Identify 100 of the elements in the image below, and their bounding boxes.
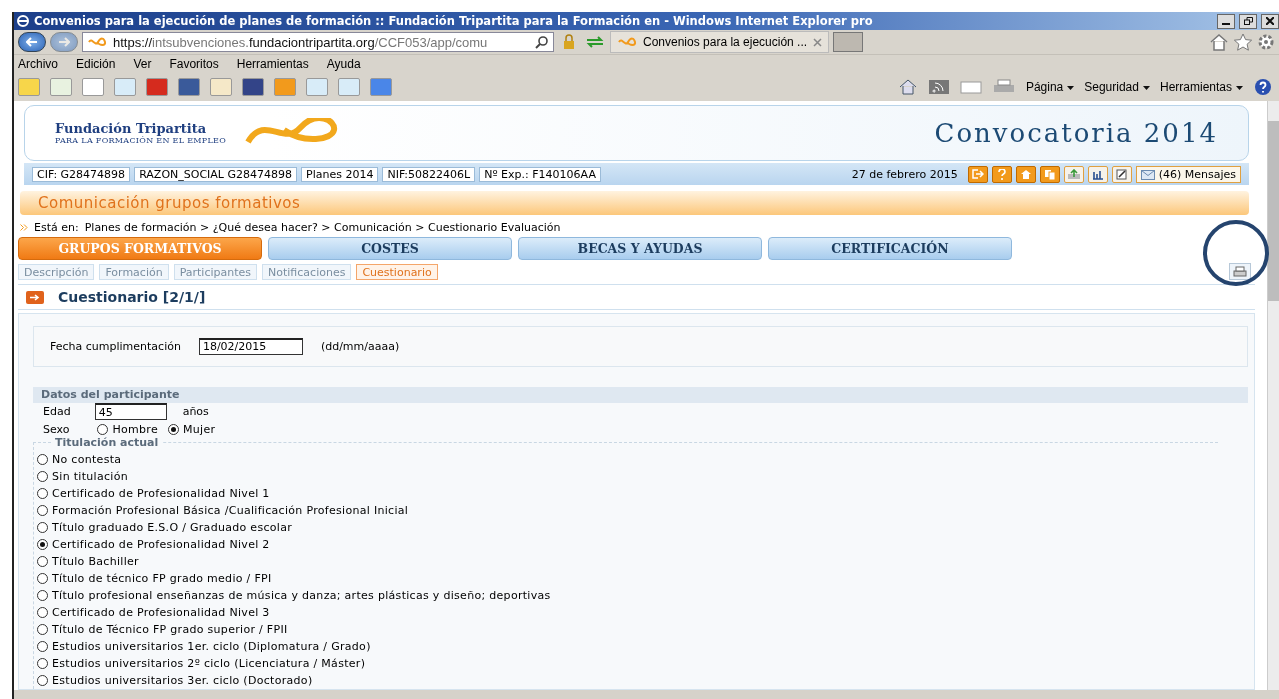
- radio-button[interactable]: [37, 505, 48, 516]
- qualification-radio-option[interactable]: Título Bachiller: [37, 555, 139, 568]
- menu-item[interactable]: Ver: [133, 57, 152, 71]
- url-text: https://: [113, 34, 153, 50]
- url-text: fundaciontripartita.org: [248, 34, 375, 50]
- qualification-radio-option[interactable]: Estudios universitarios 2º ciclo (Licenciatura / Máster): [37, 657, 366, 670]
- search-icon[interactable]: [535, 35, 549, 49]
- qualification-legend: Titulación actual: [51, 436, 163, 449]
- caret-icon: [1067, 85, 1075, 90]
- qualification-radio-option[interactable]: Certificado de Profesionalidad Nivel 2: [37, 538, 270, 551]
- url-text: intsubvenciones.: [152, 34, 249, 50]
- sex-radio-option[interactable]: Hombre: [97, 422, 159, 436]
- radio-button[interactable]: [168, 423, 180, 435]
- qualification-radio-option[interactable]: Certificado de Profesionalidad Nivel 1: [37, 487, 270, 500]
- scrollbar[interactable]: [1267, 101, 1279, 690]
- qualification-radio-option[interactable]: Estudios universitarios 1er. ciclo (Diplomatura / Grado): [37, 640, 371, 653]
- radio-button[interactable]: [37, 471, 48, 482]
- exit-button[interactable]: [967, 165, 988, 183]
- caret-icon: [1142, 85, 1150, 90]
- info-field: RAZON_SOCIAL G28474898: [134, 166, 297, 182]
- qualification-radio-option[interactable]: Título graduado E.S.O / Graduado escolar: [37, 521, 293, 534]
- qualification-radio-option[interactable]: Título profesional enseñanzas de música y danza; artes plásticas y diseño; deportivas: [37, 589, 551, 602]
- main-tab[interactable]: BECAS Y AYUDAS: [518, 237, 762, 260]
- qualification-radio-option[interactable]: Estudios universitarios 3er. ciclo (Doctorado): [37, 674, 313, 687]
- feed-icon[interactable]: [927, 79, 950, 95]
- command-menu[interactable]: Página: [1025, 80, 1075, 94]
- double-chevron-icon: [20, 224, 28, 231]
- sex-label: Sexo: [43, 422, 70, 436]
- copy-button[interactable]: [1039, 165, 1060, 183]
- command-menu[interactable]: Seguridad: [1084, 80, 1150, 94]
- new-tab-button[interactable]: [833, 32, 864, 52]
- envelope-icon: [1140, 169, 1155, 180]
- help-button[interactable]: [991, 165, 1012, 183]
- participant-title: Datos del participante: [41, 388, 180, 402]
- main-tab[interactable]: COSTES: [268, 237, 512, 260]
- info-field: NIF:50822406L: [382, 166, 476, 182]
- highlight-circle: [1203, 220, 1269, 286]
- age-input[interactable]: 45: [94, 403, 167, 421]
- command-menu[interactable]: Herramientas: [1159, 80, 1243, 94]
- menu-item[interactable]: Herramientas: [236, 57, 309, 71]
- sex-radio-option[interactable]: Mujer: [168, 422, 216, 436]
- caret-icon: [1236, 85, 1243, 90]
- qualification-radio-option[interactable]: Certificado de Profesionalidad Nivel 3: [37, 606, 270, 619]
- date-input[interactable]: 18/02/2015: [198, 337, 303, 355]
- radio-button[interactable]: [97, 423, 109, 435]
- home-icon[interactable]: [1209, 33, 1229, 51]
- radio-button[interactable]: [37, 675, 48, 686]
- upload-button[interactable]: [1063, 165, 1084, 183]
- radio-button[interactable]: [37, 658, 48, 669]
- radio-button[interactable]: [37, 556, 48, 567]
- minimize-button[interactable]: [1217, 13, 1235, 29]
- date-format-hint: (dd/mm/aaaa): [320, 339, 400, 353]
- qualification-radio-option[interactable]: Título de Técnico FP grado superior / FPII: [37, 623, 288, 636]
- browser-tab[interactable]: Convenios para la ejecución ...: [610, 31, 830, 53]
- radio-button[interactable]: [37, 607, 48, 618]
- section-title: Comunicación grupos formativos: [38, 194, 301, 212]
- radio-button[interactable]: [37, 624, 48, 635]
- info-field: Planes 2014: [301, 166, 379, 182]
- browser-logo-icon: [16, 14, 30, 28]
- upload-icon: [1066, 168, 1081, 180]
- back-button[interactable]: [18, 32, 46, 52]
- settings-icon[interactable]: [1257, 33, 1275, 51]
- age-unit: años: [182, 405, 209, 419]
- close-icon[interactable]: [813, 37, 823, 47]
- panel-title: Cuestionario [2/1/]: [58, 289, 206, 305]
- menu-item[interactable]: Archivo: [18, 57, 58, 71]
- radio-button[interactable]: [37, 522, 48, 533]
- print-button[interactable]: [1229, 263, 1251, 280]
- right-arrow-icon: [58, 37, 70, 47]
- chart-button[interactable]: [1087, 165, 1108, 183]
- main-tab[interactable]: CERTIFICACIÓN: [768, 237, 1012, 260]
- current-date: 27 de febrero 2015: [851, 167, 958, 181]
- home-button[interactable]: [1015, 165, 1036, 183]
- url-text: /CCF053/app/comu: [374, 34, 488, 50]
- qualification-radio-option[interactable]: No contesta: [37, 453, 122, 466]
- star-icon[interactable]: [1233, 33, 1253, 51]
- radio-button[interactable]: [37, 573, 48, 584]
- home-icon: [1019, 169, 1032, 179]
- menu-item[interactable]: Ayuda: [326, 57, 361, 71]
- close-button[interactable]: [1261, 13, 1279, 29]
- info-field: Nº Exp.: F140106AA: [479, 166, 601, 182]
- radio-button[interactable]: [37, 488, 48, 499]
- home-icon[interactable]: [897, 79, 918, 95]
- menu-item[interactable]: Edición: [76, 57, 116, 71]
- organization-name: Fundación Tripartita: [55, 121, 208, 136]
- qualification-radio-option[interactable]: Título de técnico FP grado medio / FPI: [37, 572, 272, 585]
- radio-button[interactable]: [37, 454, 48, 465]
- radio-button[interactable]: [37, 590, 48, 601]
- qualification-radio-option[interactable]: Formación Profesional Básica /Cualificación Profesional Inicial: [37, 504, 409, 517]
- printer-icon[interactable]: [991, 79, 1016, 95]
- window-title: Convenios para la ejecución de planes de formación :: Fundación Tripartita para la Formación en - Windows Internet Explorer pro: [34, 14, 874, 28]
- breadcrumb-label: Está en:: [34, 221, 79, 234]
- menu-item[interactable]: Favoritos: [169, 57, 219, 71]
- edit-button[interactable]: [1111, 165, 1132, 183]
- address-field[interactable]: https://intsubvenciones.fundaciontripartita.org/CCF053/app/comu: [82, 32, 554, 52]
- radio-button[interactable]: [37, 539, 48, 550]
- radio-button[interactable]: [37, 641, 48, 652]
- qualification-radio-option[interactable]: Sin titulación: [37, 470, 128, 483]
- restore-button[interactable]: [1239, 13, 1257, 29]
- messages-button[interactable]: (46) Mensajes: [1135, 165, 1241, 183]
